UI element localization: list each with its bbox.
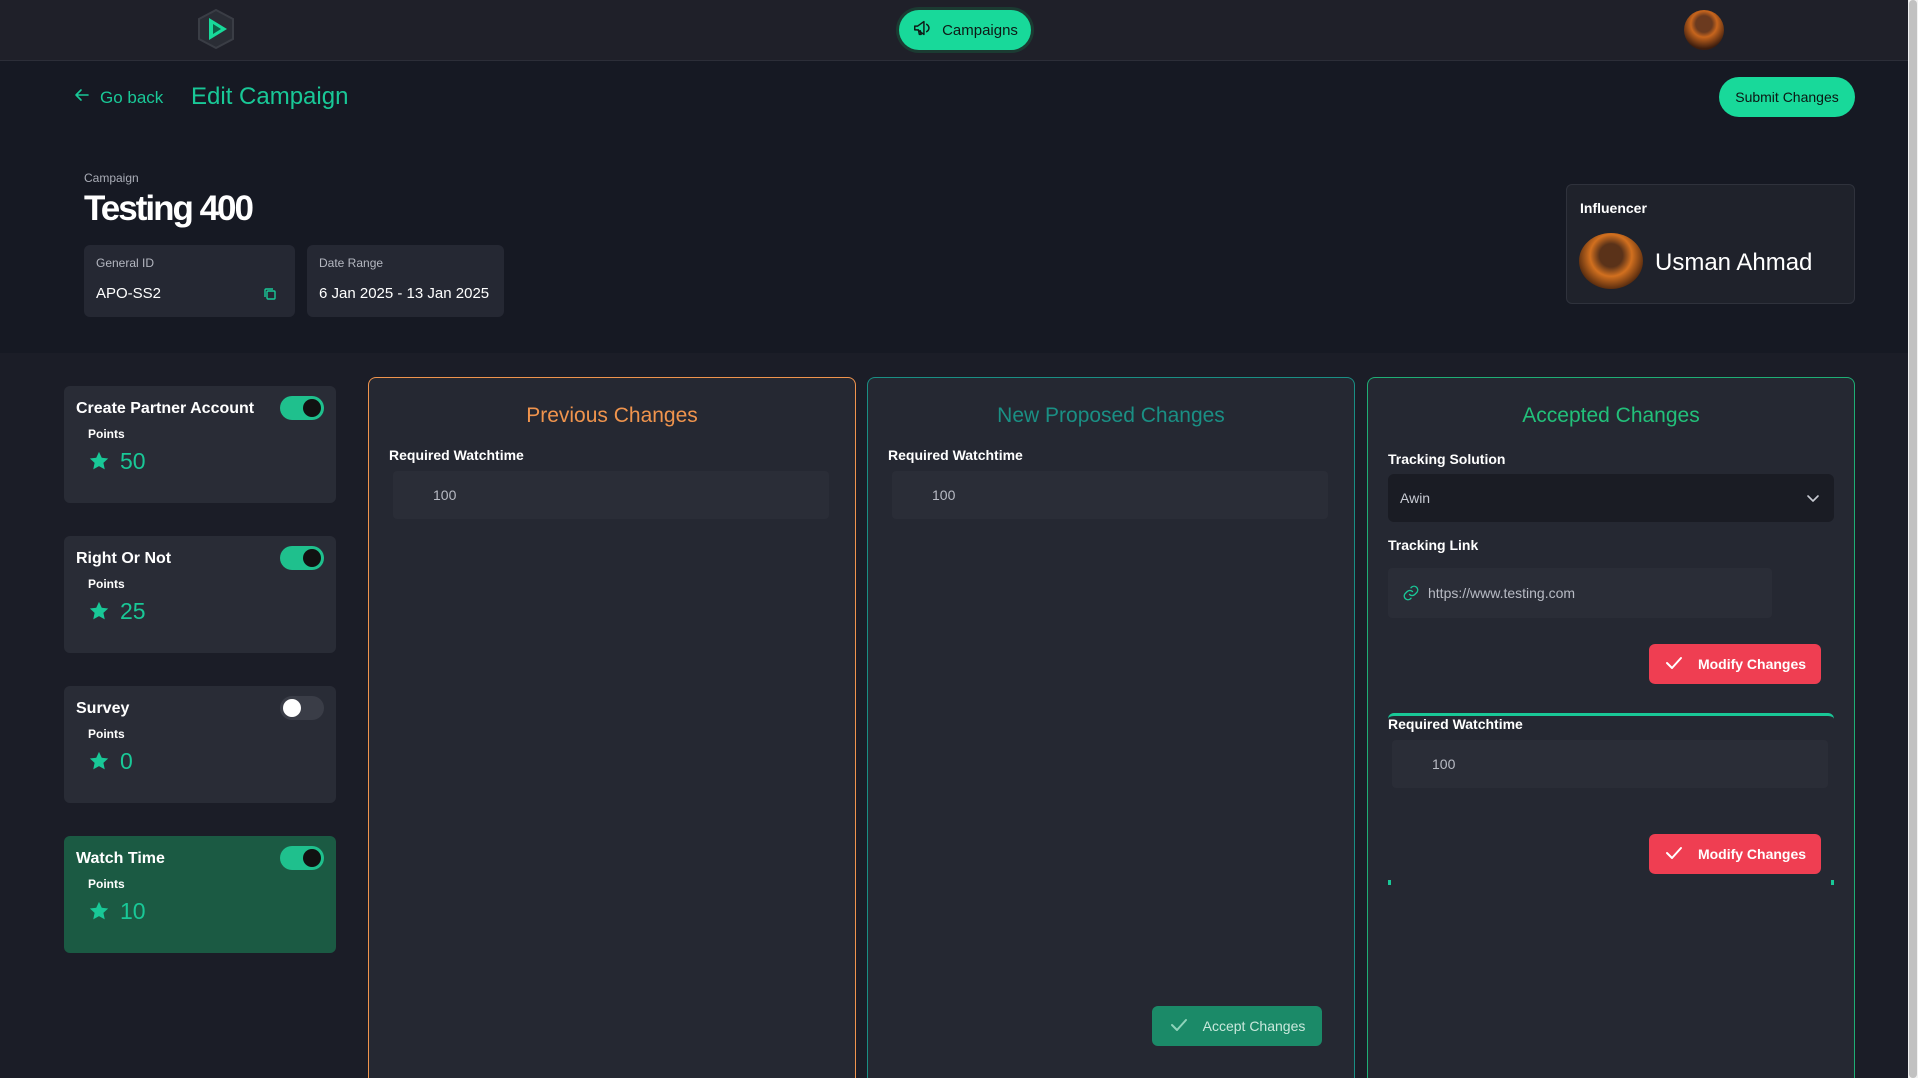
section-corner xyxy=(1831,880,1834,885)
page-scrollbar[interactable] xyxy=(1908,0,1918,1078)
points-value: 0 xyxy=(120,748,133,774)
modify-changes-label: Modify Changes xyxy=(1697,656,1807,672)
required-watchtime-field: 100 xyxy=(393,471,829,519)
campaign-header: Go back Edit Campaign Submit Changes Cam… xyxy=(0,61,1908,353)
check-icon xyxy=(1169,1015,1189,1038)
date-range-label: Date Range xyxy=(319,256,384,270)
campaign-label: Campaign xyxy=(84,171,139,185)
toggle-knob xyxy=(303,399,321,417)
tracking-link-field[interactable]: https://www.testing.com xyxy=(1388,568,1772,618)
modify-changes-button-2[interactable]: Modify Changes xyxy=(1649,834,1821,874)
general-id-box: General ID APO-SS2 xyxy=(84,245,295,317)
points-label: Points xyxy=(88,877,125,891)
go-back-link[interactable]: Go back xyxy=(74,87,163,108)
accepted-changes-title: Accepted Changes xyxy=(1522,404,1700,427)
required-watchtime-label: Required Watchtime xyxy=(389,447,524,463)
points-value: 50 xyxy=(120,448,146,474)
scrollbar-thumb[interactable] xyxy=(1909,0,1917,1078)
arrow-left-icon xyxy=(74,87,90,108)
required-watchtime-field: 100 xyxy=(1392,740,1828,788)
required-watchtime-label: Required Watchtime xyxy=(888,447,1023,463)
task-toggle[interactable] xyxy=(280,546,324,570)
proposed-changes-title: New Proposed Changes xyxy=(997,404,1225,427)
campaigns-nav-label: Campaigns xyxy=(942,21,1018,39)
influencer-label: Influencer xyxy=(1580,200,1647,216)
accept-changes-button[interactable]: Accept Changes xyxy=(1152,1006,1322,1046)
influencer-card: Influencer Usman Ahmad xyxy=(1566,184,1855,304)
points-label: Points xyxy=(88,577,125,591)
copy-icon[interactable] xyxy=(263,287,277,301)
task-survey[interactable]: Survey Points 0 xyxy=(64,686,336,803)
date-range-value: 6 Jan 2025 - 13 Jan 2025 xyxy=(319,285,490,302)
toggle-knob xyxy=(283,699,301,717)
tracking-link-label: Tracking Link xyxy=(1388,537,1479,553)
task-title: Right Or Not xyxy=(76,550,172,567)
date-range-box: Date Range 6 Jan 2025 - 13 Jan 2025 xyxy=(307,245,504,317)
toggle-knob xyxy=(303,849,321,867)
modify-changes-label: Modify Changes xyxy=(1697,846,1807,862)
star-icon xyxy=(88,600,110,622)
general-id-label: General ID xyxy=(96,256,155,270)
task-watch-time[interactable]: Watch Time Points 10 xyxy=(64,836,336,953)
general-id-value: APO-SS2 xyxy=(96,285,162,302)
points-label: Points xyxy=(88,427,125,441)
previous-changes-title: Previous Changes xyxy=(526,404,698,427)
star-icon xyxy=(88,450,110,472)
megaphone-icon xyxy=(912,17,934,43)
previous-changes-panel: Previous Changes Required Watchtime 100 xyxy=(368,377,856,1078)
required-watchtime-field: 100 xyxy=(892,471,1328,519)
tracking-solution-select[interactable]: Awin xyxy=(1388,474,1834,522)
app-logo[interactable] xyxy=(195,8,237,50)
points-label: Points xyxy=(88,727,125,741)
points-value: 25 xyxy=(120,598,146,624)
user-avatar[interactable] xyxy=(1684,10,1724,50)
task-title: Create Partner Account xyxy=(76,400,255,417)
task-title: Watch Time xyxy=(76,850,165,867)
tracking-solution-label: Tracking Solution xyxy=(1388,451,1506,467)
check-icon xyxy=(1664,843,1684,866)
proposed-changes-panel: New Proposed Changes Required Watchtime … xyxy=(867,377,1355,1078)
page-title: Edit Campaign xyxy=(191,83,349,110)
task-toggle[interactable] xyxy=(280,846,324,870)
section-corner xyxy=(1388,880,1391,885)
check-icon xyxy=(1664,653,1684,676)
star-icon xyxy=(88,750,110,772)
influencer-name: Usman Ahmad xyxy=(1655,249,1813,276)
tracking-link-value: https://www.testing.com xyxy=(1428,585,1576,601)
toggle-knob xyxy=(303,549,321,567)
accept-changes-label: Accept Changes xyxy=(1202,1018,1306,1034)
campaigns-nav-button[interactable]: Campaigns xyxy=(899,10,1031,50)
campaign-name: Testing 400 xyxy=(84,189,254,228)
task-title: Survey xyxy=(76,700,130,717)
accepted-changes-panel: Accepted Changes Tracking Solution Awin … xyxy=(1367,377,1855,1078)
tracking-solution-value: Awin xyxy=(1400,490,1431,506)
points-value: 10 xyxy=(120,898,146,924)
influencer-avatar xyxy=(1579,233,1643,289)
top-navbar: Campaigns xyxy=(0,0,1908,61)
go-back-label: Go back xyxy=(100,87,164,107)
task-toggle[interactable] xyxy=(280,696,324,720)
link-icon xyxy=(1402,584,1420,602)
modify-changes-button[interactable]: Modify Changes xyxy=(1649,644,1821,684)
submit-changes-button[interactable]: Submit Changes xyxy=(1719,77,1855,117)
required-watchtime-label: Required Watchtime xyxy=(1388,716,1523,732)
task-toggle[interactable] xyxy=(280,396,324,420)
task-create-partner-account[interactable]: Create Partner Account Points 50 xyxy=(64,386,336,503)
chevron-down-icon xyxy=(1806,491,1820,505)
star-icon xyxy=(88,900,110,922)
task-right-or-not[interactable]: Right Or Not Points 25 xyxy=(64,536,336,653)
